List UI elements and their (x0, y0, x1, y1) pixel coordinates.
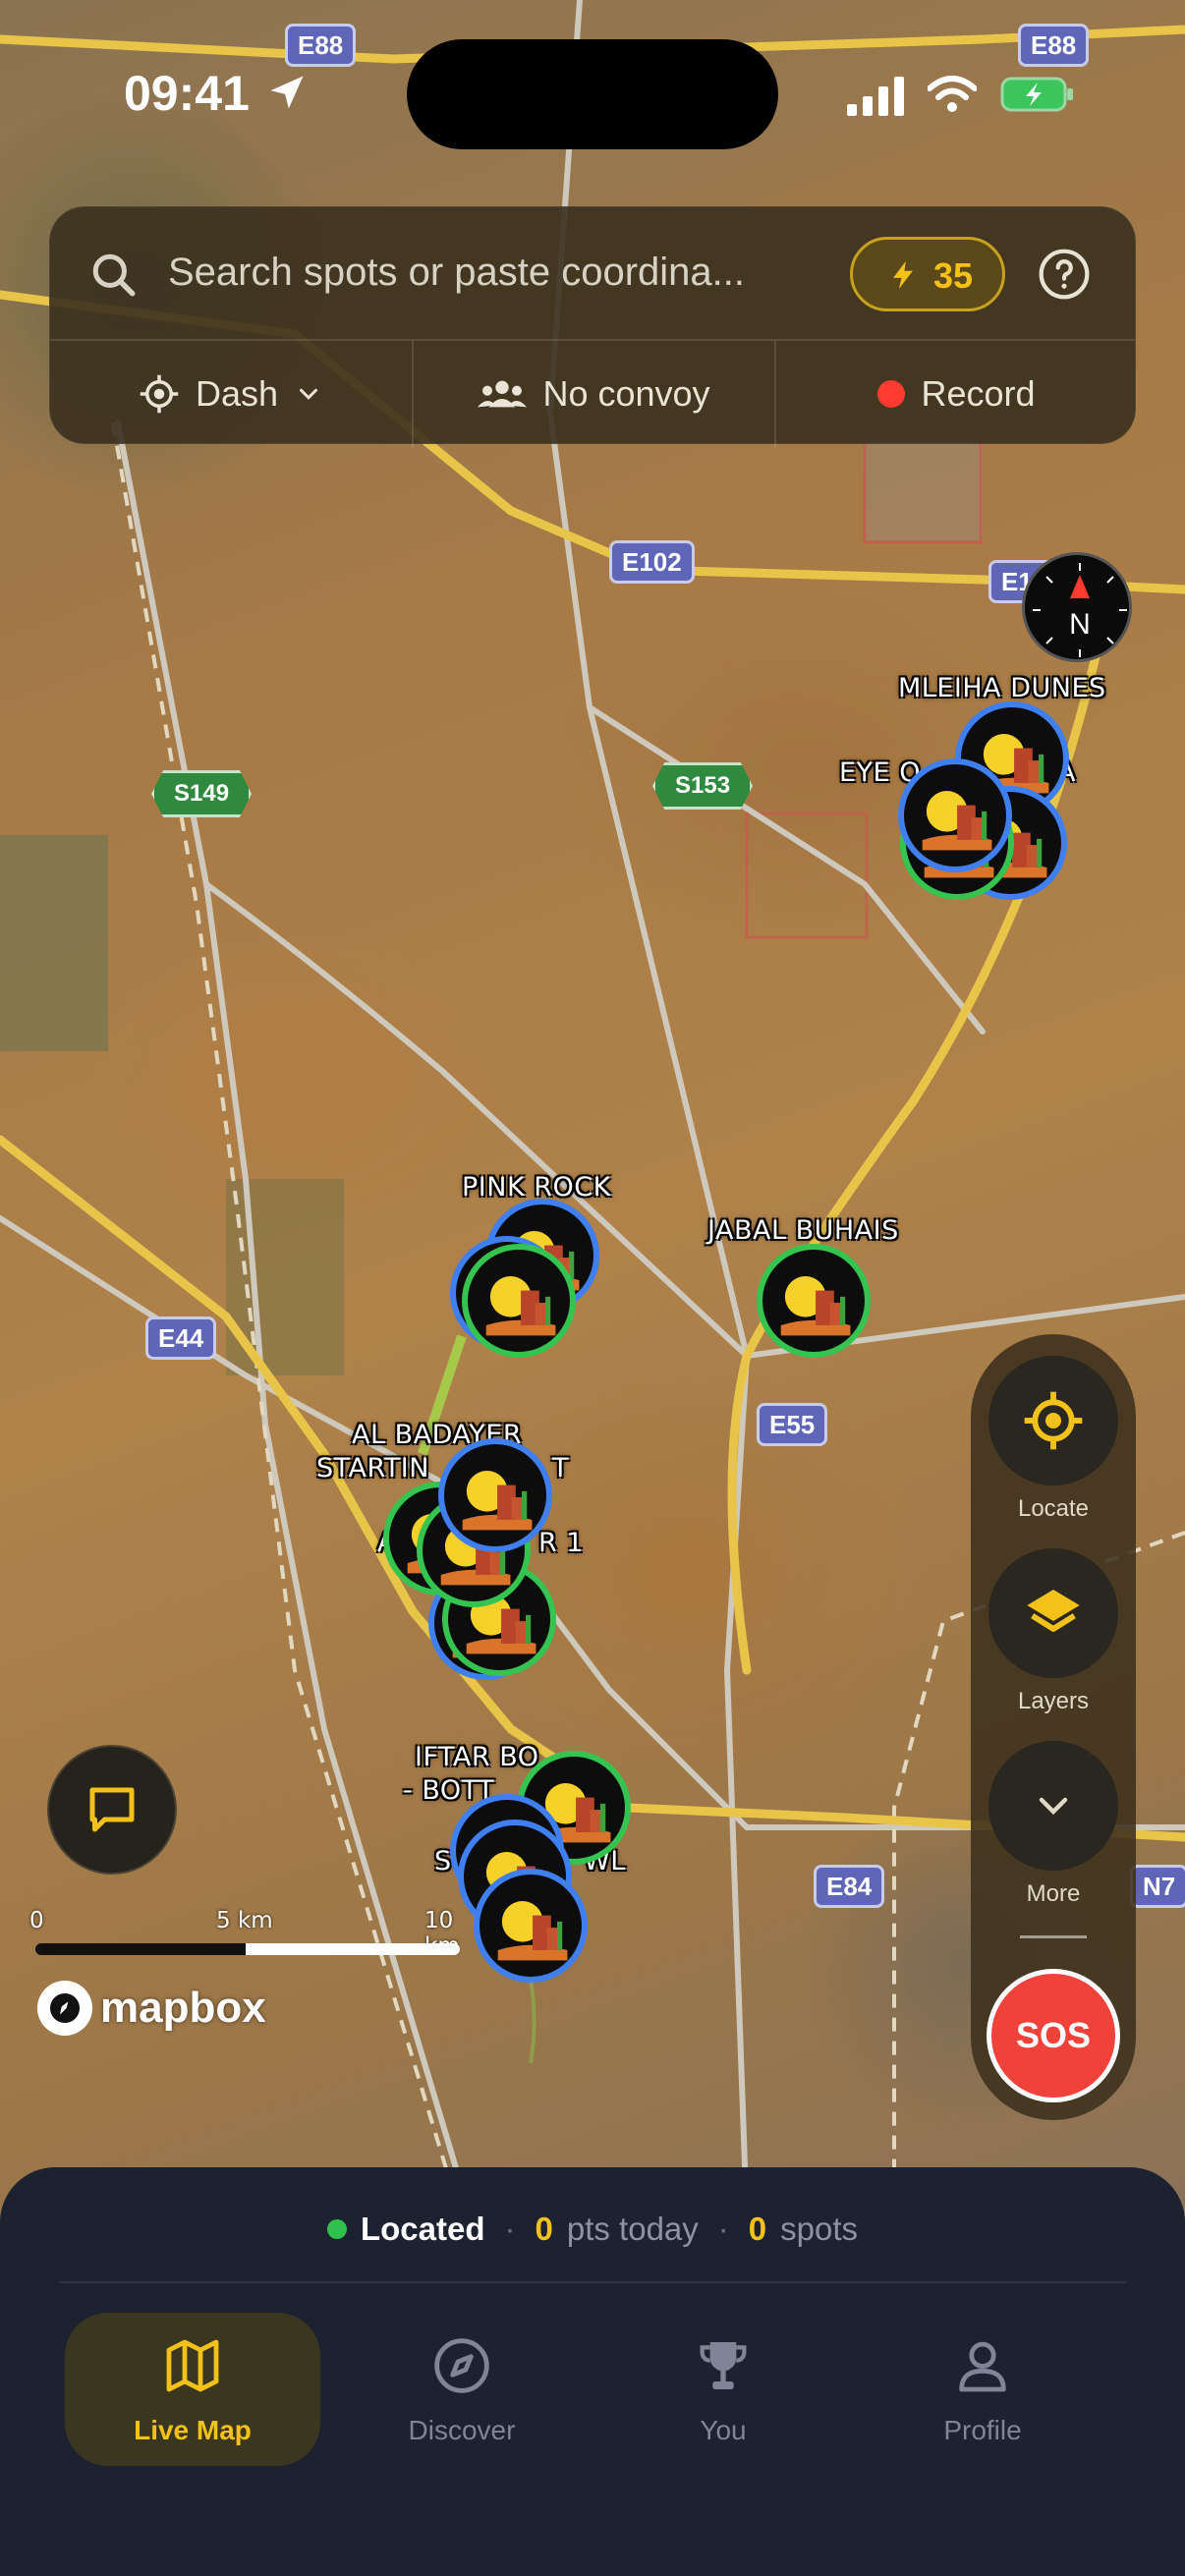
layers-button[interactable] (988, 1548, 1118, 1678)
points-badge[interactable]: 35 (850, 237, 1005, 311)
search-panel: Search spots or paste coordina... 35 Das… (49, 206, 1137, 447)
locate-crosshair-icon (1024, 1391, 1083, 1450)
record-button[interactable]: Record (774, 341, 1137, 447)
locate-button[interactable] (988, 1356, 1118, 1485)
layers-label: Layers (1017, 1688, 1090, 1714)
nav-discover-label: Discover (408, 2415, 516, 2445)
mapbox-logo-icon (37, 1981, 92, 2036)
pts-today-value: 0 (535, 2211, 553, 2247)
nav-profile[interactable]: Profile (855, 2313, 1110, 2466)
sheet-divider (59, 2281, 1126, 2283)
spot-label-r1: R 1 (538, 1528, 585, 1558)
convoy-label: No convoy (542, 373, 710, 414)
sos-label: SOS (1015, 2015, 1092, 2055)
nav-you-label: You (700, 2415, 747, 2445)
spot-label-jabal-buhais[interactable]: JABAL BUHAIS (707, 1214, 899, 1248)
spot-pin[interactable] (898, 758, 1012, 872)
compass-icon: N (1033, 563, 1127, 657)
road-shield: E84 (814, 1865, 885, 1908)
compass-button[interactable]: N (1022, 552, 1132, 662)
more-label: More (1026, 1880, 1081, 1907)
nav-live-map[interactable]: Live Map (65, 2313, 320, 2466)
pts-today-label: pts today (566, 2211, 699, 2247)
scale-zero: 0 (29, 1908, 44, 1933)
locate-label: Locate (1017, 1495, 1090, 1522)
nav-live-map-label: Live Map (134, 2415, 252, 2445)
spots-label: spots (780, 2211, 859, 2247)
spot-pin[interactable] (474, 1869, 588, 1983)
nav-you[interactable]: You (595, 2313, 851, 2466)
compass-icon (434, 2338, 489, 2393)
road-shield: E102 (609, 540, 695, 584)
battery-charging-icon (1000, 77, 1073, 112)
question-circle-icon[interactable] (1037, 247, 1092, 302)
sos-button[interactable]: SOS (987, 1969, 1120, 2102)
tool-divider (1020, 1935, 1087, 1938)
spot-label-starting: STARTIN (316, 1453, 429, 1484)
located-status: Located (360, 2211, 485, 2247)
group-icon (478, 380, 528, 408)
mapbox-logo[interactable]: mapbox (37, 1979, 266, 2038)
status-bar: 09:41 (0, 0, 1185, 187)
layers-icon (1027, 1590, 1080, 1632)
road-shield: E55 (757, 1403, 828, 1446)
filter-row: Dash No convoy Record (50, 339, 1137, 447)
map-tools-panel: Locate Layers More SOS (971, 1334, 1136, 2120)
spots-value: 0 (748, 2211, 767, 2247)
chevron-down-icon (300, 388, 318, 400)
search-icon (92, 253, 136, 297)
status-time: 09:41 (124, 66, 250, 121)
vehicle-selector[interactable]: Dash (50, 341, 412, 447)
road-hex: S149 (151, 770, 253, 817)
spot-label-mleiha-dunes[interactable]: MLEIHA DUNES (898, 672, 1106, 705)
stats-row: Located · 0 pts today · 0 spots (0, 2211, 1185, 2248)
wifi-icon (928, 76, 977, 112)
crosshair-icon (140, 374, 179, 414)
record-label: Record (921, 373, 1036, 414)
chat-button[interactable] (47, 1745, 177, 1875)
located-dot-icon (326, 2219, 347, 2239)
chevron-down-icon (1039, 1797, 1068, 1816)
compass-label: N (1069, 608, 1091, 641)
person-icon (959, 2341, 1006, 2392)
bolt-icon (893, 260, 913, 290)
spot-pin[interactable] (462, 1244, 576, 1358)
map-scale: 0 5 km 10 km (29, 1908, 472, 1967)
points-value: 35 (933, 255, 974, 296)
road-shield: N7 (1130, 1865, 1185, 1908)
trophy-icon (700, 2342, 747, 2389)
convoy-selector[interactable]: No convoy (412, 341, 774, 447)
mapbox-wordmark: mapbox (100, 1984, 266, 2032)
chat-icon (89, 1787, 135, 1832)
nav-discover[interactable]: Discover (334, 2313, 590, 2466)
dynamic-island (407, 39, 778, 149)
location-arrow-icon (270, 76, 304, 109)
spot-pin[interactable] (757, 1244, 871, 1358)
nav-profile-label: Profile (943, 2415, 1022, 2445)
bottom-sheet: Located · 0 pts today · 0 spots Live Map… (0, 2167, 1185, 2576)
spot-label-starting-tail: T (552, 1453, 569, 1484)
spot-label-s: S (434, 1846, 452, 1876)
scale-mid: 5 km (216, 1908, 273, 1933)
cellular-signal-icon (847, 77, 904, 116)
road-hex: S153 (652, 762, 754, 810)
vehicle-label: Dash (195, 373, 279, 414)
record-dot-icon (877, 380, 906, 408)
spot-label-iftar[interactable]: IFTAR BO (415, 1741, 539, 1774)
search-input[interactable]: Search spots or paste coordina... (168, 251, 745, 295)
road-shield: E44 (145, 1316, 217, 1360)
spot-pin[interactable] (438, 1438, 552, 1552)
search-bar[interactable]: Search spots or paste coordina... 35 (50, 207, 1135, 339)
more-button[interactable] (988, 1741, 1118, 1871)
map-icon (166, 2339, 219, 2392)
